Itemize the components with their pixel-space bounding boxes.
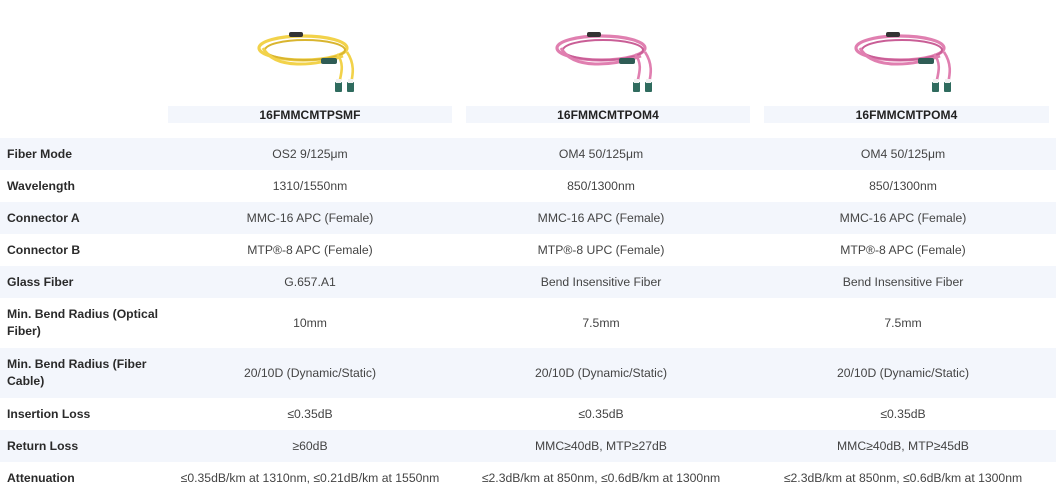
table-row: Glass Fiber G.657.A1 Bend Insensitive Fibe…: [0, 266, 1056, 298]
cell-value: ≤0.35dB: [452, 398, 750, 430]
cell-value: OM4 50/125μm: [452, 138, 750, 170]
cell-value: 1310/1550nm: [168, 170, 452, 202]
product-column-2: 16FMMCMTPOM4: [466, 0, 750, 138]
cell-value: OM4 50/125μm: [750, 138, 1056, 170]
row-label: Min. Bend Radius (Optical Fiber): [0, 298, 168, 348]
row-label: Connector B: [0, 234, 168, 266]
cell-value: 20/10D (Dynamic/Static): [750, 348, 1056, 398]
row-label: Glass Fiber: [0, 266, 168, 298]
cell-value: 850/1300nm: [452, 170, 750, 202]
product-name[interactable]: 16FMMCMTPOM4: [764, 106, 1049, 123]
product-name[interactable]: 16FMMCMTPSMF: [168, 106, 452, 123]
cell-value: 20/10D (Dynamic/Static): [168, 348, 452, 398]
cell-value: MMC-16 APC (Female): [750, 202, 1056, 234]
cell-value: 7.5mm: [452, 298, 750, 348]
cell-value: 7.5mm: [750, 298, 1056, 348]
row-label: Wavelength: [0, 170, 168, 202]
cell-value: MMC-16 APC (Female): [452, 202, 750, 234]
cell-value: MTP®-8 UPC (Female): [452, 234, 750, 266]
row-label: Return Loss: [0, 430, 168, 462]
table-row: Min. Bend Radius (Fiber Cable) 20/10D (Dy…: [0, 348, 1056, 398]
cell-value: ≤2.3dB/km at 850nm, ≤0.6dB/km at 1300nm: [750, 462, 1056, 494]
row-label: Min. Bend Radius (Fiber Cable): [0, 348, 168, 398]
cell-value: 10mm: [168, 298, 452, 348]
cell-value: 850/1300nm: [750, 170, 1056, 202]
specification-table: Fiber Mode OS2 9/125μm OM4 50/125μm OM4 50/…: [0, 138, 1056, 494]
cell-value: MTP®-8 APC (Female): [750, 234, 1056, 266]
cell-value: ≤0.35dB: [168, 398, 452, 430]
cell-value: OS2 9/125μm: [168, 138, 452, 170]
yellow-fiber-cable-image[interactable]: [255, 22, 365, 94]
table-row: Min. Bend Radius (Optical Fiber) 10mm 7.5m…: [0, 298, 1056, 348]
cell-value: MMC≥40dB, MTP≥45dB: [750, 430, 1056, 462]
cell-value: ≤2.3dB/km at 850nm, ≤0.6dB/km at 1300nm: [452, 462, 750, 494]
row-label: Attenuation: [0, 462, 168, 494]
cell-value: Bend Insensitive Fiber: [452, 266, 750, 298]
table-row: Fiber Mode OS2 9/125μm OM4 50/125μm OM4 50/…: [0, 138, 1056, 170]
cell-value: ≤0.35dB/km at 1310nm, ≤0.21dB/km at 1550…: [168, 462, 452, 494]
cell-value: MMC≥40dB, MTP≥27dB: [452, 430, 750, 462]
cell-value: Bend Insensitive Fiber: [750, 266, 1056, 298]
product-column-3: 16FMMCMTPOM4: [764, 0, 1049, 138]
cell-value: MMC-16 APC (Female): [168, 202, 452, 234]
row-label: Insertion Loss: [0, 398, 168, 430]
pink-fiber-cable-image[interactable]: [852, 22, 962, 94]
cell-value: 20/10D (Dynamic/Static): [452, 348, 750, 398]
cell-value: MTP®-8 APC (Female): [168, 234, 452, 266]
table-row: Insertion Loss ≤0.35dB ≤0.35dB ≤0.35dB: [0, 398, 1056, 430]
table-row: Return Loss ≥60dB MMC≥40dB, MTP≥27dB MMC≥40…: [0, 430, 1056, 462]
table-row: Wavelength 1310/1550nm 850/1300nm 850/1300n…: [0, 170, 1056, 202]
product-column-1: 16FMMCMTPSMF: [168, 0, 452, 138]
row-label: Connector A: [0, 202, 168, 234]
row-label: Fiber Mode: [0, 138, 168, 170]
cell-value: ≤0.35dB: [750, 398, 1056, 430]
product-name[interactable]: 16FMMCMTPOM4: [466, 106, 750, 123]
table-row: Attenuation ≤0.35dB/km at 1310nm, ≤0.21dB…: [0, 462, 1056, 494]
table-row: Connector B MTP®-8 APC (Female) MTP®-8 UPC…: [0, 234, 1056, 266]
product-header: 16FMMCMTPSMF 16FMMCMTPOM4 16FMMCMTPOM4: [0, 0, 1058, 138]
cell-value: ≥60dB: [168, 430, 452, 462]
cell-value: G.657.A1: [168, 266, 452, 298]
table-row: Connector A MMC-16 APC (Female) MMC-16 APC…: [0, 202, 1056, 234]
pink-fiber-cable-image[interactable]: [553, 22, 663, 94]
